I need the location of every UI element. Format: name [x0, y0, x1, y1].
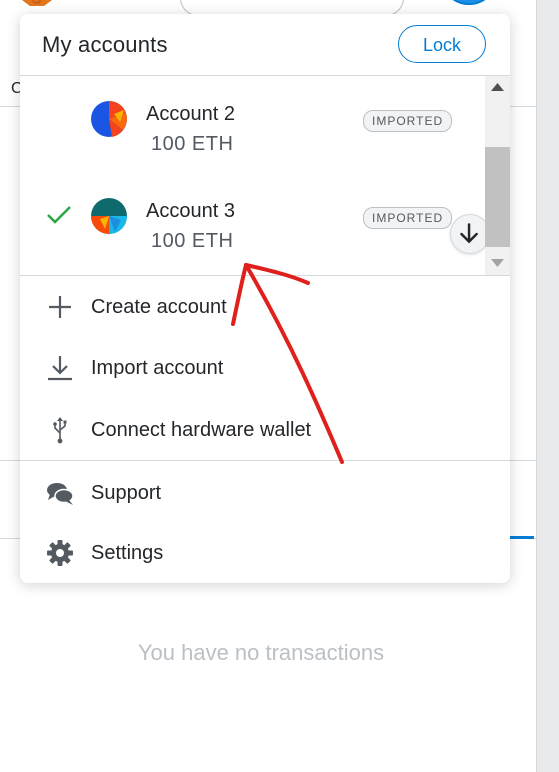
account-identicon-icon [91, 198, 127, 234]
metamask-fox-logo-icon[interactable] [14, 0, 60, 6]
scroll-down-arrow-icon[interactable] [491, 258, 504, 268]
account-avatar-icon[interactable] [440, 0, 498, 12]
empty-transactions-message: You have no transactions [137, 640, 385, 665]
import-account-item[interactable]: Import account [20, 338, 510, 398]
imported-badge: IMPORTED [363, 110, 453, 132]
connect-hardware-wallet-item[interactable]: Connect hardware wallet [20, 400, 510, 460]
settings-label: Settings [91, 542, 164, 564]
account-menu: My accounts Lock Account 2 100 ETH IMPOR… [20, 14, 510, 583]
menu-title: My accounts [42, 32, 168, 57]
lock-button[interactable]: Lock [398, 25, 486, 63]
account-balance: 100 ETH [151, 133, 234, 155]
imported-badge: IMPORTED [363, 207, 453, 229]
account-balance: 100 ETH [151, 230, 234, 252]
chat-bubbles-icon [47, 483, 74, 505]
settings-item[interactable]: Settings [20, 523, 510, 583]
usb-icon [53, 417, 67, 444]
account-list-scrollbar[interactable] [485, 76, 510, 275]
account-name: Account 2 [146, 103, 235, 125]
create-account-item[interactable]: Create account [20, 277, 510, 337]
window-scrollbar-track[interactable] [536, 0, 559, 772]
scroll-to-bottom-button[interactable] [450, 214, 490, 254]
account-list: Account 2 100 ETH IMPORTED Account 3 100… [20, 76, 510, 276]
account-identicon-icon [91, 100, 127, 137]
create-account-label: Create account [91, 296, 227, 318]
scroll-up-arrow-icon[interactable] [491, 82, 504, 92]
divider [20, 460, 510, 461]
scrollbar-thumb[interactable] [485, 147, 510, 247]
connect-hardware-wallet-label: Connect hardware wallet [91, 419, 312, 441]
support-label: Support [91, 482, 162, 504]
account-item-account-2[interactable]: Account 2 100 ETH IMPORTED [20, 76, 485, 173]
support-item[interactable]: Support [20, 463, 510, 523]
account-menu-header: My accounts Lock [20, 14, 510, 76]
import-icon [48, 356, 72, 381]
arrow-down-icon [460, 223, 478, 244]
account-item-account-3[interactable]: Account 3 100 ETH IMPORTED [20, 173, 485, 270]
gear-icon [47, 540, 73, 566]
checkmark-icon [47, 206, 71, 224]
import-account-label: Import account [91, 357, 224, 379]
account-name: Account 3 [146, 200, 235, 222]
plus-icon [49, 296, 71, 318]
